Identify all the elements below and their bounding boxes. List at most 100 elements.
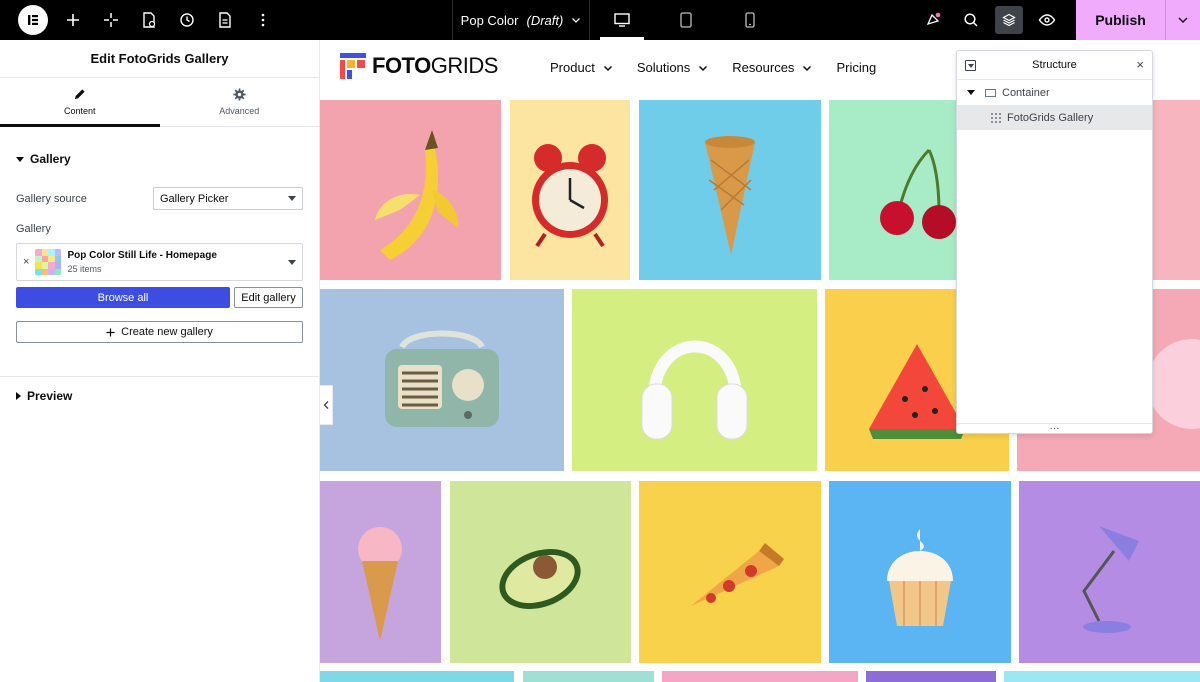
gallery-tile-avocado[interactable] [450,481,631,663]
gallery-tile-row4-b[interactable] [523,671,654,682]
edit-gallery-button[interactable]: Edit gallery [234,287,303,308]
notifications-icon[interactable] [914,0,952,40]
gallery-source-control: Gallery source Gallery Picker [0,187,319,210]
topbar-right-actions: Publish [914,0,1200,40]
tab-advanced-label: Advanced [219,106,260,116]
create-new-gallery-button[interactable]: Create new gallery [16,321,303,343]
nav-pricing-label: Pricing [836,60,877,75]
nav-pricing[interactable]: Pricing [836,60,876,75]
fotogrids-logo[interactable]: FOTOGRIDS [340,53,498,79]
remove-gallery-icon[interactable]: × [23,256,29,268]
chevron-down-icon [1178,17,1188,23]
nav-solutions-label: Solutions [636,60,691,75]
structure-item-fotogrids-gallery[interactable]: FotoGrids Gallery [957,105,1152,130]
preview-section-toggle[interactable]: Preview [0,386,319,406]
gallery-tile-pizza-slice[interactable] [639,481,821,663]
logo-foto: FOTO [372,53,431,78]
document-name: Pop Color [460,12,519,28]
fotogrids-logo-icon [340,53,366,79]
tablet-view-icon[interactable] [654,0,718,40]
gallery-item-count: 25 items [67,264,102,274]
structure-resize-handle[interactable]: ··· [957,423,1152,433]
nav-resources[interactable]: Resources [732,60,812,75]
structure-collapse-icon[interactable] [965,60,976,71]
selected-gallery[interactable]: × Pop Color Still Life - Homepage 25 ite… [16,243,303,281]
elementor-logo-icon[interactable] [18,5,48,35]
structure-title: Structure [1032,59,1077,71]
more-options-icon[interactable] [244,0,282,40]
editor-topbar: Pop Color (Draft) Publish [0,0,1200,40]
add-element-icon[interactable] [54,0,92,40]
create-new-gallery-label: Create new gallery [121,326,213,338]
gallery-tile-row4-a[interactable] [320,671,514,682]
gallery-tile-row4-c[interactable] [662,671,858,682]
nav-solutions[interactable]: Solutions [637,60,708,75]
editor-panel: Edit FotoGrids Gallery Content Advanced … [0,40,320,682]
structure-doc-icon[interactable] [206,0,244,40]
history-icon[interactable] [168,0,206,40]
gallery-source-label: Gallery source [16,192,87,205]
plus-icon [106,328,115,336]
panel-tabs: Content Advanced [0,78,319,127]
gallery-tile-headphones[interactable] [572,289,817,471]
gallery-source-value: Gallery Picker [160,192,229,205]
ai-sparkle-icon[interactable] [92,0,130,40]
gallery-tile-alarm-clock[interactable] [510,100,630,280]
gallery-tile-ice-cream-cone[interactable] [639,100,821,280]
caret-down-icon [16,156,24,162]
gallery-source-select[interactable]: Gallery Picker [153,187,303,210]
preview-section-title: Preview [27,389,73,403]
nav-product-label: Product [550,60,595,75]
gallery-actions: Browse all Edit gallery [0,287,319,308]
gallery-tile-cupcake[interactable] [829,481,1011,663]
search-icon[interactable] [952,0,990,40]
browse-all-button[interactable]: Browse all [16,287,230,308]
panel-title: Edit FotoGrids Gallery [0,40,319,78]
document-status: (Draft) [526,12,564,28]
collapse-panel-button[interactable] [320,385,333,425]
structure-panel: Structure × Container FotoGrids Gallery … [956,50,1153,434]
caret-right-icon [16,392,21,400]
document-title[interactable]: Pop Color (Draft) [452,0,590,40]
gallery-tile-row4-e[interactable] [1004,671,1200,682]
site-logo-wordmark: FOTOGRIDS [372,53,498,79]
gallery-thumbnail [35,249,62,275]
close-icon[interactable]: × [1136,57,1144,72]
container-icon [985,88,996,97]
desktop-view-icon[interactable] [590,0,654,40]
gallery-tile-row4-d[interactable] [866,671,996,682]
gallery-tile-retro-radio[interactable] [320,289,564,471]
nav-product[interactable]: Product [550,60,613,75]
structure-header: Structure × [957,51,1152,80]
structure-item-container[interactable]: Container [957,80,1152,105]
gallery-tile-ice-cream[interactable] [320,481,441,663]
gallery-name: Pop Color Still Life - Homepage [67,250,217,261]
preview-eye-icon[interactable] [1028,0,1066,40]
chevron-down-icon [603,65,612,71]
chevron-left-icon [323,401,329,409]
tab-content-label: Content [63,106,96,116]
gallery-section-toggle[interactable]: Gallery [0,149,319,169]
layers-icon[interactable] [995,6,1023,34]
logo-grids: GRIDS [430,53,499,78]
mobile-view-icon[interactable] [718,0,782,40]
gallery-label-row: Gallery [0,223,319,235]
publish-options-button[interactable] [1166,0,1200,40]
publish-button[interactable]: Publish [1076,0,1166,40]
gallery-section-title: Gallery [30,152,71,166]
pencil-icon [75,89,85,100]
caret-down-icon[interactable] [967,90,975,95]
chevron-down-icon [699,65,708,71]
gallery-tile-desk-lamp[interactable] [1019,481,1200,663]
tab-content[interactable]: Content [0,78,160,127]
device-switcher [590,0,782,40]
tab-advanced[interactable]: Advanced [160,78,320,126]
gear-icon [233,88,246,101]
chevron-down-icon [572,18,581,23]
site-nav: Product Solutions Resources Pricing [550,60,876,75]
nav-resources-label: Resources [732,60,795,75]
structure-item-gallery-label: FotoGrids Gallery [1007,111,1094,124]
page-settings-icon[interactable] [130,0,168,40]
dropdown-arrow-icon[interactable] [288,259,296,265]
gallery-tile-banana[interactable] [320,100,501,280]
